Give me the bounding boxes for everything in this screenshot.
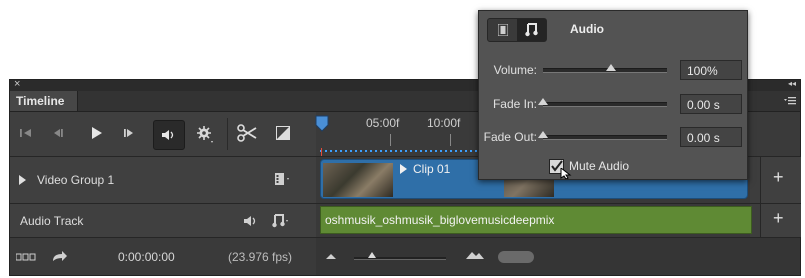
close-icon[interactable]: × xyxy=(14,78,20,90)
ruler-tick xyxy=(450,134,451,146)
expand-arrow-icon[interactable] xyxy=(19,175,27,185)
zoom-slider-thumb[interactable] xyxy=(368,252,376,258)
fade-in-field[interactable]: 0.00 s xyxy=(680,94,742,114)
zoom-in-icon[interactable] xyxy=(466,250,484,260)
fade-in-slider-thumb[interactable] xyxy=(538,98,548,105)
mute-audio-label: Mute Audio xyxy=(569,159,630,173)
video-thumbnail-1 xyxy=(323,163,393,197)
fade-in-label: Fade In: xyxy=(492,97,537,111)
speaker-icon[interactable] xyxy=(244,215,258,227)
horizontal-scrollbar-thumb[interactable] xyxy=(498,251,534,263)
video-clip-label: Clip 01 xyxy=(413,162,451,176)
timecode: 0:00:00:00 xyxy=(118,250,175,264)
next-frame-icon[interactable] xyxy=(123,128,135,138)
tab-timeline[interactable]: Timeline xyxy=(10,91,78,111)
previous-frame-icon[interactable] xyxy=(52,128,64,138)
play-icon[interactable] xyxy=(91,127,103,139)
frame-rate: (23.976 fps) xyxy=(228,250,293,264)
settings-icon[interactable] xyxy=(197,126,215,144)
audio-clip[interactable]: oshmusik_oshmusik_biglovemusicdeepmix xyxy=(320,206,752,234)
music-note-icon[interactable] xyxy=(272,214,292,228)
film-icon xyxy=(498,24,508,36)
popup-title: Audio xyxy=(570,22,604,36)
track-label-video-group: Video Group 1 xyxy=(37,173,115,187)
ruler-tick xyxy=(390,134,391,146)
track-label-audio: Audio Track xyxy=(20,214,84,228)
audio-button[interactable] xyxy=(153,120,185,150)
footer-left: 0:00:00:00 (23.976 fps) xyxy=(10,238,316,275)
add-audio-button[interactable]: + xyxy=(760,204,801,237)
go-to-start-icon[interactable] xyxy=(20,128,32,138)
video-group-header[interactable]: Video Group 1 xyxy=(10,157,316,203)
audio-settings-popup: Audio Volume: 100% Fade In: 0.00 s Fade … xyxy=(478,10,748,180)
fade-in-slider[interactable] xyxy=(538,98,667,107)
media-type-toggle xyxy=(487,18,547,42)
controls-divider xyxy=(227,118,228,150)
playhead-icon[interactable] xyxy=(315,115,329,133)
fade-out-slider-thumb[interactable] xyxy=(538,131,548,138)
add-track-icon: + xyxy=(773,167,784,187)
cursor-icon xyxy=(560,168,572,179)
render-video-icon[interactable] xyxy=(52,250,68,262)
audio-track-header[interactable]: Audio Track xyxy=(10,204,316,237)
video-tab-button[interactable] xyxy=(488,19,517,41)
collapse-icon[interactable]: ◂◂ xyxy=(788,79,796,88)
transport-controls xyxy=(10,112,316,156)
add-video-button[interactable]: + xyxy=(760,157,801,203)
ruler-label-5s: 05:00f xyxy=(366,116,400,130)
zoom-out-icon[interactable] xyxy=(326,253,336,260)
audio-icon xyxy=(162,129,176,141)
film-icon[interactable] xyxy=(275,173,295,185)
zoom-slider[interactable] xyxy=(354,252,446,260)
volume-slider-thumb[interactable] xyxy=(606,64,617,71)
audio-clip-label: oshmusik_oshmusik_biglovemusicdeepmix xyxy=(325,213,555,227)
fade-out-label: Fade Out: xyxy=(483,130,537,144)
audio-tab-button[interactable] xyxy=(517,19,546,41)
fade-out-slider[interactable] xyxy=(538,131,667,140)
ruler-label-10s: 10:00f xyxy=(427,116,461,130)
panel-menu-icon[interactable] xyxy=(784,96,796,106)
clip-expand-icon[interactable] xyxy=(400,164,408,174)
split-icon[interactable] xyxy=(237,124,257,142)
add-track-icon: + xyxy=(773,208,784,228)
volume-field[interactable]: 100% xyxy=(680,60,742,80)
volume-label: Volume: xyxy=(493,63,537,77)
transition-icon[interactable] xyxy=(276,126,290,140)
music-note-icon xyxy=(525,23,539,37)
work-area-bar xyxy=(320,150,480,152)
fade-out-field[interactable]: 0.00 s xyxy=(680,127,742,147)
footer-right xyxy=(316,238,800,275)
convert-frame-icon[interactable] xyxy=(16,253,36,261)
volume-slider[interactable] xyxy=(543,64,667,73)
